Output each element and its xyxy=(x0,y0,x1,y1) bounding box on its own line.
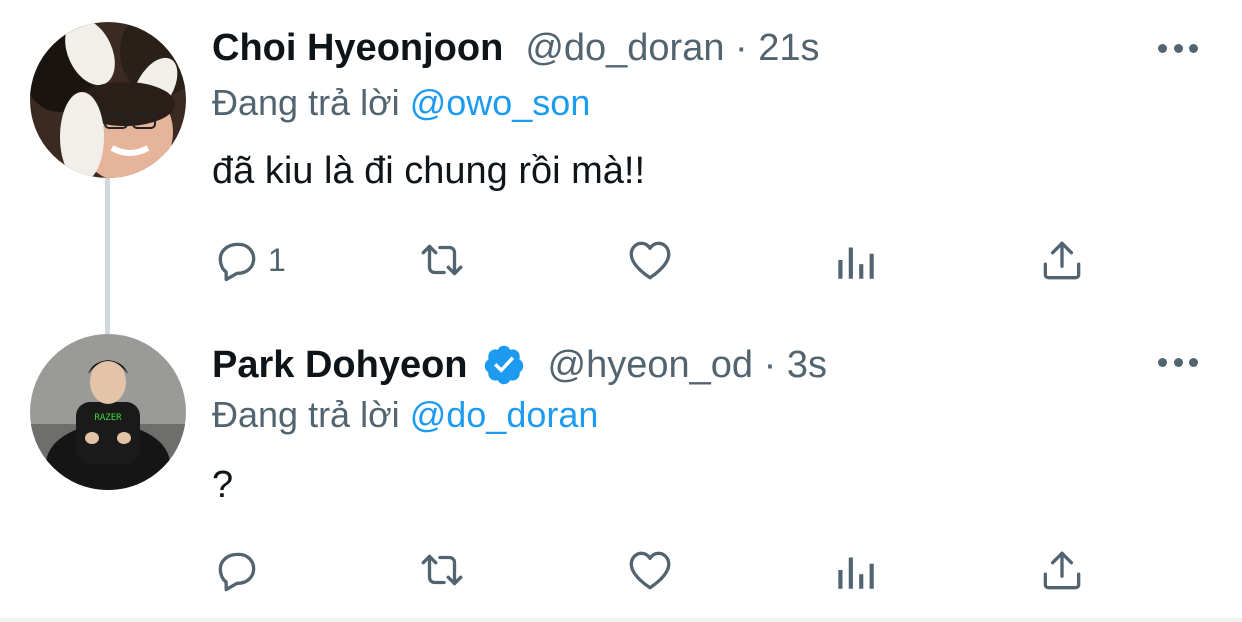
share-icon xyxy=(1043,551,1081,590)
like-button[interactable] xyxy=(625,542,675,598)
replying-to: Đang trả lời @do_doran xyxy=(212,394,598,436)
tweet-text: đã kiu là đi chung rồi mà!! xyxy=(212,150,646,192)
replying-mention-link[interactable]: @do_doran xyxy=(410,394,599,435)
replying-prefix: Đang trả lời xyxy=(212,394,400,435)
verified-icon xyxy=(484,345,523,385)
tweet-actions: 1 xyxy=(212,232,1092,288)
avatar[interactable] xyxy=(30,22,186,178)
divider xyxy=(0,618,1242,622)
analytics-button[interactable] xyxy=(830,232,880,288)
analytics-icon xyxy=(838,557,874,589)
retweet-button[interactable] xyxy=(417,232,467,288)
reply-icon xyxy=(218,552,256,592)
handle-and-time[interactable]: @hyeon_od · 3s xyxy=(548,344,827,387)
retweet-button[interactable] xyxy=(417,542,467,598)
like-button[interactable] xyxy=(625,232,675,288)
tweet-1[interactable]: Choi Hyeonjoon @do_doran · 21s Đang trả … xyxy=(0,0,1242,320)
analytics-icon xyxy=(838,247,874,279)
more-icon[interactable] xyxy=(1158,352,1198,372)
handle-and-time[interactable]: @do_doran · 21s xyxy=(525,27,819,70)
share-button[interactable] xyxy=(1037,232,1087,288)
tweet-text: ? xyxy=(212,464,234,506)
share-button[interactable] xyxy=(1037,542,1087,598)
replying-to: Đang trả lời @owo_son xyxy=(212,82,590,124)
tweet-header: Park Dohyeon @hyeon_od · 3s xyxy=(212,338,827,392)
display-name[interactable]: Park Dohyeon xyxy=(212,344,468,387)
tweet-2[interactable]: RAZER Park Dohyeon @hyeon_od · 3s Đang t… xyxy=(0,320,1242,618)
replying-prefix: Đang trả lời xyxy=(212,82,400,123)
reply-button[interactable]: 1 xyxy=(212,232,286,288)
analytics-button[interactable] xyxy=(830,542,880,598)
avatar[interactable]: RAZER xyxy=(30,334,186,490)
more-icon[interactable] xyxy=(1158,38,1198,58)
svg-text:RAZER: RAZER xyxy=(94,413,122,423)
reply-button[interactable] xyxy=(212,542,268,598)
share-icon xyxy=(1043,241,1081,280)
tweet-actions xyxy=(212,542,1092,598)
reply-count: 1 xyxy=(268,241,286,278)
like-icon xyxy=(629,241,671,280)
tweet-header: Choi Hyeonjoon @do_doran · 21s xyxy=(212,21,820,75)
replying-mention-link[interactable]: @owo_son xyxy=(410,82,591,123)
like-icon xyxy=(629,551,671,590)
retweet-icon xyxy=(421,244,463,276)
retweet-icon xyxy=(421,554,463,586)
display-name[interactable]: Choi Hyeonjoon xyxy=(212,27,503,70)
reply-icon xyxy=(218,242,256,282)
